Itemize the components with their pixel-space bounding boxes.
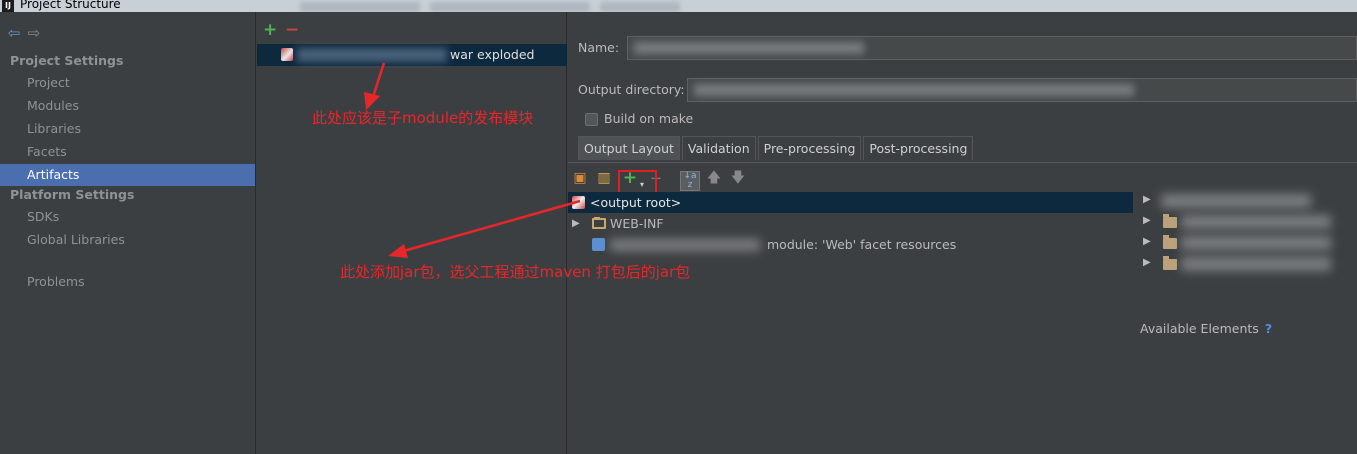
tree-row-label: <output root> bbox=[590, 195, 682, 210]
sidebar-item-modules[interactable]: Modules bbox=[0, 95, 255, 117]
sidebar-item-artifacts[interactable]: Artifacts bbox=[0, 164, 255, 186]
move-up-icon[interactable]: 🡅 bbox=[706, 170, 722, 186]
tab-post-processing[interactable]: Post-processing bbox=[863, 136, 974, 160]
expand-arrow-icon[interactable]: ▶ bbox=[1143, 215, 1151, 226]
redacted-area bbox=[297, 48, 447, 62]
tree-row-web-facet[interactable]: module: 'Web' facet resources bbox=[568, 234, 1133, 255]
navigation-arrows: ⇦ ⇨ bbox=[6, 25, 46, 41]
output-directory-field[interactable] bbox=[687, 78, 1357, 102]
redacted-area bbox=[610, 239, 760, 251]
redacted-area bbox=[694, 84, 1134, 96]
artifact-list-item[interactable]: war exploded bbox=[257, 44, 567, 66]
sidebar-item-problems[interactable]: Problems bbox=[0, 271, 255, 293]
sidebar-item-libraries[interactable]: Libraries bbox=[0, 118, 255, 140]
tab-validation[interactable]: Validation bbox=[681, 136, 756, 160]
add-artifact-icon[interactable]: + bbox=[263, 22, 279, 39]
artifact-archive-icon bbox=[281, 48, 293, 61]
sidebar-item-global-libraries[interactable]: Global Libraries bbox=[0, 229, 255, 251]
expand-arrow-icon[interactable]: ▶ bbox=[1143, 236, 1151, 247]
expand-arrow-icon[interactable]: ▶ bbox=[572, 213, 580, 234]
available-elements-header: Available Elements? bbox=[1140, 321, 1272, 336]
sidebar-item-facets[interactable]: Facets bbox=[0, 141, 255, 163]
expand-arrow-icon[interactable]: ▶ bbox=[1143, 194, 1151, 205]
move-down-icon[interactable]: 🡇 bbox=[730, 170, 746, 186]
folder-icon bbox=[1163, 214, 1177, 228]
build-on-make-label: Build on make bbox=[604, 111, 694, 126]
folder-icon bbox=[592, 217, 606, 229]
artifact-editor: Name: Output directory: Build on make Ou… bbox=[568, 12, 1357, 454]
tree-row-web-inf[interactable]: ▶ WEB-INF bbox=[568, 213, 1133, 234]
available-elements-label: Available Elements bbox=[1140, 321, 1259, 336]
web-facet-icon bbox=[592, 238, 605, 251]
annotation-jar-note: 此处添加jar包，选父工程通过maven 打包后的jar包 bbox=[340, 263, 691, 281]
redacted-area bbox=[634, 42, 864, 54]
redacted-area bbox=[1181, 236, 1331, 250]
redacted-area bbox=[600, 2, 680, 12]
folder-icon bbox=[1163, 235, 1177, 249]
tree-row-label: WEB-INF bbox=[610, 216, 664, 231]
new-folder-icon[interactable]: ▣ bbox=[572, 170, 588, 186]
tab-pre-processing[interactable]: Pre-processing bbox=[757, 136, 862, 160]
name-field[interactable] bbox=[627, 36, 1357, 60]
archive-icon[interactable]: ▥ bbox=[596, 170, 612, 186]
expand-arrow-icon[interactable]: ▶ bbox=[1143, 257, 1151, 268]
remove-artifact-icon[interactable]: − bbox=[285, 22, 301, 39]
annotation-submodule-note: 此处应该是子module的发布模块 bbox=[312, 109, 534, 127]
tab-output-layout[interactable]: Output Layout bbox=[578, 136, 680, 160]
archive-icon bbox=[572, 196, 585, 209]
help-icon[interactable]: ? bbox=[1265, 321, 1272, 336]
sort-icon[interactable]: ↓a z bbox=[680, 171, 700, 191]
intellij-app-icon: IJ bbox=[2, 0, 14, 12]
window-title: Project Structure bbox=[20, 0, 121, 11]
artifact-name: war exploded bbox=[450, 47, 535, 62]
build-on-make-checkbox[interactable] bbox=[585, 113, 598, 126]
redacted-area bbox=[1181, 257, 1331, 271]
back-arrow-icon[interactable]: ⇦ bbox=[6, 25, 22, 41]
settings-sidebar: ⇦ ⇨ Project Settings Project Modules Libr… bbox=[0, 12, 256, 454]
tree-row-output-root[interactable]: <output root> bbox=[568, 192, 1133, 213]
name-label: Name: bbox=[578, 40, 620, 55]
redacted-area bbox=[1161, 194, 1311, 208]
editor-tabs: Output Layout Validation Pre-processing … bbox=[578, 136, 975, 160]
window-titlebar: IJ Project Structure bbox=[0, 0, 1357, 12]
artifacts-toolbar: + − bbox=[263, 22, 307, 39]
redacted-area bbox=[430, 2, 590, 12]
forward-arrow-icon[interactable]: ⇨ bbox=[26, 25, 42, 41]
sidebar-item-project[interactable]: Project bbox=[0, 72, 255, 94]
platform-settings-header: Platform Settings bbox=[10, 187, 135, 202]
sidebar-item-sdks[interactable]: SDKs bbox=[0, 206, 255, 228]
output-layout-panel: ▣ ▥ + ▾ − ↓a z 🡅 🡇 <output root> ▶ WEB-IN… bbox=[568, 162, 1357, 454]
redacted-area bbox=[300, 2, 420, 12]
artifacts-list-panel: + − war exploded bbox=[257, 12, 567, 454]
folder-icon bbox=[1163, 256, 1177, 270]
project-settings-header: Project Settings bbox=[10, 53, 124, 68]
tree-row-label: module: 'Web' facet resources bbox=[767, 237, 957, 252]
output-directory-label: Output directory: bbox=[578, 82, 685, 97]
redacted-area bbox=[1181, 215, 1331, 229]
